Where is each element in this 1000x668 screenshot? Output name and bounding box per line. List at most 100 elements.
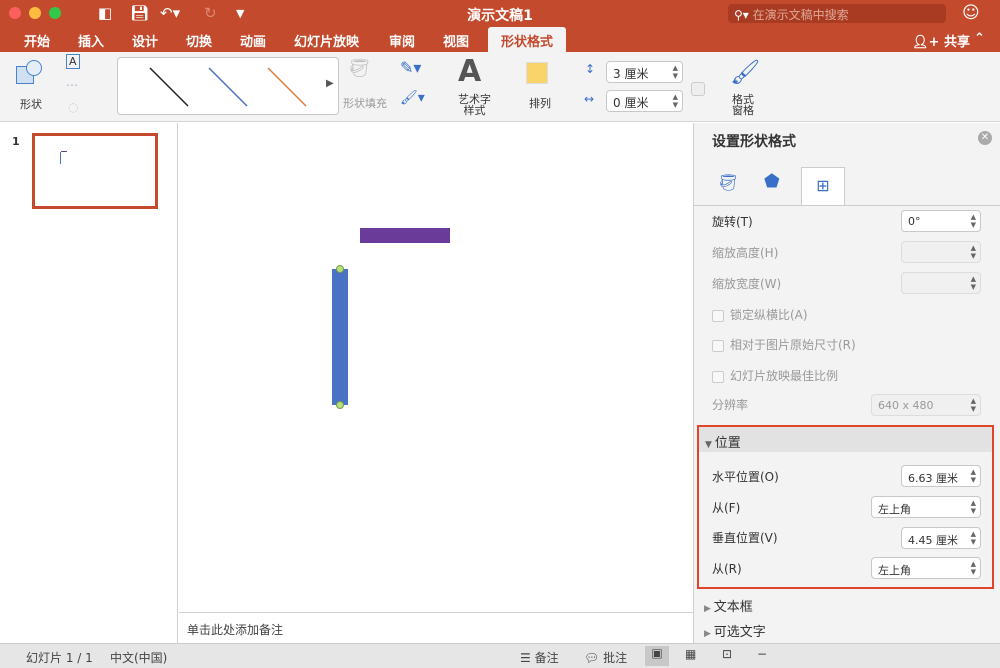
stepper-icon[interactable]: ▲ ▼ bbox=[971, 468, 976, 484]
arrange-icon[interactable] bbox=[526, 62, 548, 84]
gallery-more-icon[interactable]: ▶ bbox=[326, 78, 334, 89]
resolution-select: 640 x 480 ▲ ▼ bbox=[871, 394, 981, 416]
textbox-header-label: 文本框 bbox=[713, 600, 753, 615]
line-style-blue[interactable] bbox=[208, 67, 248, 107]
fill-line-tab-icon[interactable]: 🪣︎ bbox=[718, 173, 738, 192]
from-vertical-value: 左上角 bbox=[878, 564, 911, 577]
tab-animations[interactable]: 动画 bbox=[240, 31, 266, 50]
tab-home[interactable]: 开始 bbox=[24, 31, 50, 50]
from-vertical-select[interactable]: 左上角 ▲ ▼ bbox=[871, 557, 981, 579]
language-status[interactable]: 中文(中国) bbox=[110, 649, 167, 666]
tab-shape-format[interactable]: 形状格式 bbox=[488, 27, 566, 52]
resize-handle-top[interactable] bbox=[336, 265, 344, 273]
shapes-button[interactable] bbox=[14, 60, 44, 90]
textbox-section-header[interactable]: ▶ 文本框 bbox=[704, 596, 753, 615]
tab-slideshow[interactable]: 幻灯片放映 bbox=[294, 31, 359, 50]
resolution-label: 分辨率 bbox=[712, 398, 749, 412]
shape-styles-gallery[interactable]: ▶ bbox=[117, 57, 339, 115]
stepper-icon[interactable]: ▲ ▼ bbox=[673, 64, 678, 80]
shape-outline-icon[interactable]: ✎▾ bbox=[400, 58, 421, 77]
shape-width-input[interactable]: 0 厘米 ▲ ▼ bbox=[606, 90, 683, 112]
tab-review[interactable]: 审阅 bbox=[389, 31, 415, 50]
best-scale-checkbox: 幻灯片放映最佳比例 bbox=[712, 367, 838, 384]
resolution-value: 640 x 480 bbox=[878, 399, 934, 412]
shape-height-input[interactable]: 3 厘米 ▲ ▼ bbox=[606, 61, 683, 83]
merge-shapes-icon: ◌ bbox=[68, 100, 79, 114]
share-button[interactable]: 👤︎+ 共享 bbox=[912, 31, 970, 50]
stepper-icon[interactable]: ▲ ▼ bbox=[971, 213, 976, 229]
line-styles bbox=[149, 67, 307, 107]
slide-count: 幻灯片 1 / 1 bbox=[26, 651, 93, 665]
horizontal-position-label: 水平位置(O) bbox=[712, 470, 779, 484]
select-arrows-icon: ▲ ▼ bbox=[970, 499, 976, 515]
wordart-label-2: 样式 bbox=[463, 104, 486, 117]
notes-button[interactable]: ☰ 备注 bbox=[520, 649, 559, 666]
size-properties-tab-icon[interactable]: ⊞ bbox=[801, 167, 845, 205]
notes-input[interactable]: 单击此处添加备注 bbox=[179, 612, 693, 643]
alt-text-header-label: 可选文字 bbox=[713, 625, 766, 640]
lock-aspect-checkbox: 锁定纵横比(A) bbox=[712, 306, 808, 323]
purple-rectangle-shape[interactable] bbox=[360, 228, 450, 243]
scale-height-label: 缩放高度(H) bbox=[712, 246, 779, 260]
tab-transitions[interactable]: 切换 bbox=[186, 31, 212, 50]
stepper-icon[interactable]: ▲ ▼ bbox=[673, 93, 678, 109]
resize-handle-bottom[interactable] bbox=[336, 401, 344, 409]
from-horizontal-select[interactable]: 左上角 ▲ ▼ bbox=[871, 496, 981, 518]
tab-design[interactable]: 设计 bbox=[132, 31, 158, 50]
tab-view[interactable]: 视图 bbox=[443, 31, 469, 50]
normal-view-icon[interactable]: ▣ bbox=[645, 646, 669, 666]
position-section-header[interactable]: ▼ 位置 bbox=[699, 427, 992, 452]
notes-icon: ☰ bbox=[520, 651, 535, 665]
effects-tab-icon[interactable]: ⬟ bbox=[764, 171, 780, 192]
rotation-input[interactable]: 0° ▲ ▼ bbox=[901, 210, 981, 232]
close-pane-icon[interactable]: ✕ bbox=[978, 131, 992, 145]
arrange-label: 排列 bbox=[529, 97, 551, 110]
shape-fill-icon: 🪣︎ bbox=[348, 58, 371, 79]
shapes-label: 形状 bbox=[20, 98, 42, 111]
comments-button[interactable]: 💬︎ 批注 bbox=[584, 649, 627, 666]
format-pane-button[interactable]: 格式 窗格 bbox=[732, 94, 754, 116]
notes-label: 备注 bbox=[534, 651, 559, 665]
lock-aspect-label: 锁定纵横比(A) bbox=[730, 308, 808, 322]
shape-effects-icon[interactable]: 🖌︎▾ bbox=[400, 90, 425, 106]
zoom-out-icon[interactable]: − bbox=[757, 647, 767, 661]
tab-insert[interactable]: 插入 bbox=[78, 31, 104, 50]
share-label: 共享 bbox=[943, 35, 970, 50]
comments-label: 批注 bbox=[603, 651, 628, 665]
slide-number: 1 bbox=[12, 135, 20, 148]
vertical-position-input[interactable]: 4.45 厘米 ▲ ▼ bbox=[901, 527, 981, 549]
alt-text-section-header[interactable]: ▶ 可选文字 bbox=[704, 621, 766, 640]
textbox-icon[interactable]: A bbox=[66, 54, 80, 69]
from-horizontal-value: 左上角 bbox=[878, 503, 911, 516]
slide-thumbnail-1[interactable] bbox=[32, 133, 158, 209]
slideshow-view-icon[interactable]: ⊡ bbox=[722, 647, 732, 661]
slide-sorter-icon[interactable]: ▦ bbox=[685, 647, 696, 661]
comment-icon: 💬︎ bbox=[584, 651, 604, 665]
collapsed-triangle-icon: ▶ bbox=[704, 604, 714, 614]
line-style-black[interactable] bbox=[149, 67, 189, 107]
lock-aspect-toggle[interactable] bbox=[691, 82, 705, 96]
vertical-position-label: 垂直位置(V) bbox=[712, 531, 778, 545]
shape-fill-label: 形状填充 bbox=[343, 97, 387, 110]
title-bar: ◧ 💾︎ ↶▾ ↻ ▼ 演示文稿1 ⚲▾ 在演示文稿中搜索 ☺ 开始 插入 设计… bbox=[0, 0, 1000, 52]
horizontal-position-input[interactable]: 6.63 厘米 ▲ ▼ bbox=[901, 465, 981, 487]
format-pane-label-2: 窗格 bbox=[732, 104, 754, 117]
smiley-feedback-icon[interactable]: ☺ bbox=[962, 3, 980, 23]
vertical-value: 4.45 厘米 bbox=[908, 534, 958, 547]
add-person-icon: 👤︎+ bbox=[912, 35, 944, 50]
from-vertical-label: 从(R) bbox=[712, 562, 742, 576]
height-value: 3 厘米 bbox=[613, 67, 649, 81]
collapse-ribbon-icon[interactable]: ⌃ bbox=[974, 31, 985, 46]
status-bar: 幻灯片 1 / 1 中文(中国) ☰ 备注 💬︎ 批注 ▣ ▦ ⊡ − bbox=[0, 643, 1000, 668]
search-placeholder: 在演示文稿中搜索 bbox=[752, 8, 849, 22]
slide-canvas[interactable] bbox=[179, 123, 693, 612]
wordart-icon[interactable]: A bbox=[458, 54, 481, 89]
collapsed-triangle-icon: ▶ bbox=[704, 629, 714, 639]
stepper-icon[interactable]: ▲ ▼ bbox=[971, 530, 976, 546]
blue-rectangle-shape[interactable] bbox=[332, 269, 348, 405]
search-input[interactable]: ⚲▾ 在演示文稿中搜索 bbox=[728, 4, 946, 23]
scale-height-input: ▲ ▼ bbox=[901, 241, 981, 263]
line-style-orange[interactable] bbox=[267, 67, 307, 107]
search-icon: ⚲▾ bbox=[734, 8, 753, 22]
format-pane-brush-icon[interactable]: 🖌︎ bbox=[730, 58, 760, 86]
